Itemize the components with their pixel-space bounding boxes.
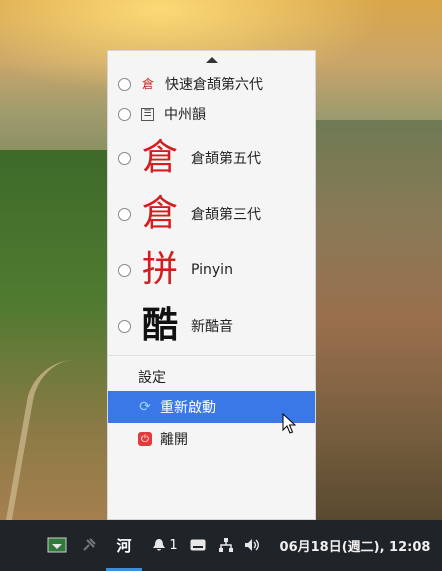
- menu-item-label: 倉頡第三代: [191, 207, 261, 223]
- cangjie-icon: 倉: [141, 137, 178, 178]
- menu-item-quick-cangjie6[interactable]: 倉 快速倉頡第六代: [108, 71, 315, 97]
- show-desktop-icon[interactable]: [46, 534, 68, 556]
- notification-count: 1: [169, 537, 178, 553]
- scroll-up-arrow-icon[interactable]: [206, 57, 218, 63]
- menu-item-pinyin[interactable]: 拼 Pinyin: [108, 247, 315, 293]
- input-method-indicator[interactable]: 河: [112, 534, 136, 556]
- settings-item[interactable]: 設定: [108, 361, 315, 393]
- clock[interactable]: 06月18日(週二), 12:08: [272, 534, 438, 556]
- cangjie-icon: 倉: [141, 193, 178, 234]
- restart-icon: ⟳: [139, 399, 151, 415]
- radio-button[interactable]: [118, 107, 131, 121]
- menu-item-label: Pinyin: [191, 262, 233, 278]
- menu-item-cangjie5[interactable]: 倉 倉頡第五代: [108, 135, 315, 181]
- taskbar: 河 1 06月18日(週二), 12:08: [0, 520, 442, 571]
- mouse-pointer-icon: [282, 413, 296, 434]
- menu-item-rime[interactable]: ☰ 中州韻: [108, 101, 315, 127]
- power-icon: ⏻: [138, 432, 152, 446]
- pin-icon[interactable]: [78, 534, 100, 556]
- menu-item-label: 中州韻: [164, 107, 206, 123]
- radio-button[interactable]: [118, 319, 131, 333]
- input-method-menu: 倉 快速倉頡第六代 ☰ 中州韻 倉 倉頡第五代 倉 倉頡第三代 拼 Pinyin…: [107, 50, 316, 520]
- wallpaper-hill-right: [316, 120, 442, 520]
- radio-button[interactable]: [118, 207, 131, 221]
- radio-button[interactable]: [118, 151, 131, 165]
- rime-icon: ☰: [141, 107, 154, 121]
- network-icon[interactable]: [216, 534, 236, 556]
- exit-label: 離開: [160, 432, 188, 448]
- menu-item-label: 倉頡第五代: [191, 151, 261, 167]
- menu-item-chewing[interactable]: 酷 新酷音: [108, 303, 315, 349]
- keyboard-icon[interactable]: [188, 534, 208, 556]
- cangjie-icon: 倉: [141, 77, 154, 91]
- menu-item-label: 快速倉頡第六代: [165, 77, 263, 93]
- menu-item-label: 新酷音: [191, 319, 233, 335]
- pinyin-icon: 拼: [141, 249, 178, 290]
- restart-label: 重新啟動: [160, 400, 216, 416]
- settings-label: 設定: [138, 370, 166, 386]
- menu-item-cangjie3[interactable]: 倉 倉頡第三代: [108, 191, 315, 237]
- chewing-icon: 酷: [141, 305, 178, 346]
- radio-button[interactable]: [118, 77, 131, 91]
- bell-icon: [153, 539, 166, 551]
- radio-button[interactable]: [118, 263, 131, 277]
- volume-icon[interactable]: [242, 534, 262, 556]
- notifications-button[interactable]: 1: [150, 534, 180, 556]
- menu-separator: [108, 355, 315, 356]
